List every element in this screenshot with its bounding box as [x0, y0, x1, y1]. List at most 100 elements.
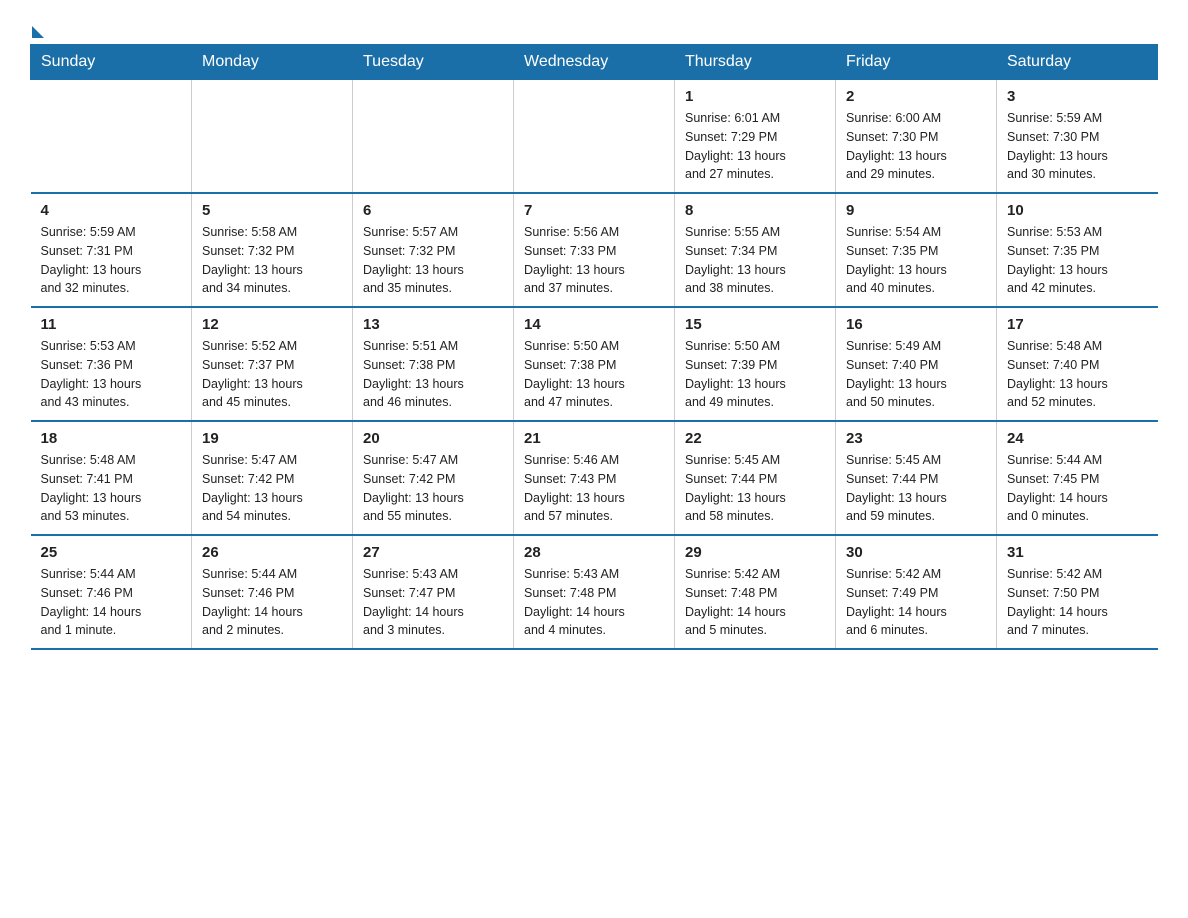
weekday-header-thursday: Thursday [675, 45, 836, 80]
calendar-cell: 31 Sunrise: 5:42 AM Sunset: 7:50 PM Dayli… [997, 535, 1158, 649]
calendar-cell: 13 Sunrise: 5:51 AM Sunset: 7:38 PM Dayli… [353, 307, 514, 421]
calendar-cell: 7 Sunrise: 5:56 AM Sunset: 7:33 PM Daylig… [514, 193, 675, 307]
day-number: 18 [41, 430, 182, 447]
weekday-header-tuesday: Tuesday [353, 45, 514, 80]
logo [30, 20, 46, 34]
day-info: Sunrise: 5:50 AM Sunset: 7:39 PM Dayligh… [685, 337, 825, 412]
day-number: 10 [1007, 202, 1148, 219]
calendar-cell: 24 Sunrise: 5:44 AM Sunset: 7:45 PM Dayli… [997, 421, 1158, 535]
day-info: Sunrise: 5:44 AM Sunset: 7:46 PM Dayligh… [202, 565, 342, 640]
day-info: Sunrise: 5:53 AM Sunset: 7:35 PM Dayligh… [1007, 223, 1148, 298]
weekday-header-monday: Monday [192, 45, 353, 80]
day-info: Sunrise: 5:59 AM Sunset: 7:30 PM Dayligh… [1007, 109, 1148, 184]
calendar-cell: 28 Sunrise: 5:43 AM Sunset: 7:48 PM Dayli… [514, 535, 675, 649]
day-info: Sunrise: 5:55 AM Sunset: 7:34 PM Dayligh… [685, 223, 825, 298]
day-number: 26 [202, 544, 342, 561]
calendar-cell: 1 Sunrise: 6:01 AM Sunset: 7:29 PM Daylig… [675, 80, 836, 194]
calendar-cell: 11 Sunrise: 5:53 AM Sunset: 7:36 PM Dayli… [31, 307, 192, 421]
calendar-cell: 22 Sunrise: 5:45 AM Sunset: 7:44 PM Dayli… [675, 421, 836, 535]
day-number: 21 [524, 430, 664, 447]
calendar-cell: 2 Sunrise: 6:00 AM Sunset: 7:30 PM Daylig… [836, 80, 997, 194]
day-number: 23 [846, 430, 986, 447]
day-number: 2 [846, 88, 986, 105]
day-info: Sunrise: 5:44 AM Sunset: 7:45 PM Dayligh… [1007, 451, 1148, 526]
day-number: 12 [202, 316, 342, 333]
day-info: Sunrise: 6:01 AM Sunset: 7:29 PM Dayligh… [685, 109, 825, 184]
day-info: Sunrise: 5:51 AM Sunset: 7:38 PM Dayligh… [363, 337, 503, 412]
day-number: 29 [685, 544, 825, 561]
day-number: 15 [685, 316, 825, 333]
day-number: 22 [685, 430, 825, 447]
calendar-cell: 25 Sunrise: 5:44 AM Sunset: 7:46 PM Dayli… [31, 535, 192, 649]
day-info: Sunrise: 5:47 AM Sunset: 7:42 PM Dayligh… [363, 451, 503, 526]
calendar-cell: 4Sunrise: 5:59 AM Sunset: 7:31 PM Daylig… [31, 193, 192, 307]
day-info: Sunrise: 6:00 AM Sunset: 7:30 PM Dayligh… [846, 109, 986, 184]
day-number: 1 [685, 88, 825, 105]
calendar-cell: 26 Sunrise: 5:44 AM Sunset: 7:46 PM Dayli… [192, 535, 353, 649]
calendar-cell [514, 80, 675, 194]
day-info: Sunrise: 5:56 AM Sunset: 7:33 PM Dayligh… [524, 223, 664, 298]
weekday-header-friday: Friday [836, 45, 997, 80]
calendar-cell: 30 Sunrise: 5:42 AM Sunset: 7:49 PM Dayli… [836, 535, 997, 649]
day-info: Sunrise: 5:44 AM Sunset: 7:46 PM Dayligh… [41, 565, 182, 640]
calendar-week-row: 18Sunrise: 5:48 AM Sunset: 7:41 PM Dayli… [31, 421, 1158, 535]
calendar-week-row: 1 Sunrise: 6:01 AM Sunset: 7:29 PM Daylig… [31, 80, 1158, 194]
day-info: Sunrise: 5:43 AM Sunset: 7:47 PM Dayligh… [363, 565, 503, 640]
day-info: Sunrise: 5:42 AM Sunset: 7:50 PM Dayligh… [1007, 565, 1148, 640]
day-info: Sunrise: 5:46 AM Sunset: 7:43 PM Dayligh… [524, 451, 664, 526]
day-number: 20 [363, 430, 503, 447]
calendar-cell: 29 Sunrise: 5:42 AM Sunset: 7:48 PM Dayli… [675, 535, 836, 649]
day-info: Sunrise: 5:57 AM Sunset: 7:32 PM Dayligh… [363, 223, 503, 298]
calendar-table: SundayMondayTuesdayWednesdayThursdayFrid… [30, 44, 1158, 650]
day-info: Sunrise: 5:42 AM Sunset: 7:49 PM Dayligh… [846, 565, 986, 640]
day-number: 28 [524, 544, 664, 561]
calendar-cell: 27Sunrise: 5:43 AM Sunset: 7:47 PM Dayli… [353, 535, 514, 649]
calendar-week-row: 11 Sunrise: 5:53 AM Sunset: 7:36 PM Dayli… [31, 307, 1158, 421]
day-info: Sunrise: 5:45 AM Sunset: 7:44 PM Dayligh… [685, 451, 825, 526]
calendar-header: SundayMondayTuesdayWednesdayThursdayFrid… [31, 45, 1158, 80]
day-number: 31 [1007, 544, 1148, 561]
day-number: 11 [41, 316, 182, 333]
day-info: Sunrise: 5:54 AM Sunset: 7:35 PM Dayligh… [846, 223, 986, 298]
day-info: Sunrise: 5:52 AM Sunset: 7:37 PM Dayligh… [202, 337, 342, 412]
day-number: 24 [1007, 430, 1148, 447]
day-info: Sunrise: 5:48 AM Sunset: 7:40 PM Dayligh… [1007, 337, 1148, 412]
calendar-cell: 21 Sunrise: 5:46 AM Sunset: 7:43 PM Dayli… [514, 421, 675, 535]
day-number: 9 [846, 202, 986, 219]
day-number: 5 [202, 202, 342, 219]
day-info: Sunrise: 5:45 AM Sunset: 7:44 PM Dayligh… [846, 451, 986, 526]
calendar-cell: 8 Sunrise: 5:55 AM Sunset: 7:34 PM Daylig… [675, 193, 836, 307]
day-number: 17 [1007, 316, 1148, 333]
weekday-header-wednesday: Wednesday [514, 45, 675, 80]
day-info: Sunrise: 5:43 AM Sunset: 7:48 PM Dayligh… [524, 565, 664, 640]
calendar-cell: 15 Sunrise: 5:50 AM Sunset: 7:39 PM Dayli… [675, 307, 836, 421]
day-number: 6 [363, 202, 503, 219]
day-info: Sunrise: 5:50 AM Sunset: 7:38 PM Dayligh… [524, 337, 664, 412]
calendar-cell: 9 Sunrise: 5:54 AM Sunset: 7:35 PM Daylig… [836, 193, 997, 307]
weekday-header-sunday: Sunday [31, 45, 192, 80]
calendar-cell: 18Sunrise: 5:48 AM Sunset: 7:41 PM Dayli… [31, 421, 192, 535]
day-info: Sunrise: 5:42 AM Sunset: 7:48 PM Dayligh… [685, 565, 825, 640]
day-number: 14 [524, 316, 664, 333]
day-number: 13 [363, 316, 503, 333]
calendar-cell: 19Sunrise: 5:47 AM Sunset: 7:42 PM Dayli… [192, 421, 353, 535]
day-info: Sunrise: 5:58 AM Sunset: 7:32 PM Dayligh… [202, 223, 342, 298]
calendar-cell: 23 Sunrise: 5:45 AM Sunset: 7:44 PM Dayli… [836, 421, 997, 535]
logo-triangle-icon [32, 26, 44, 38]
calendar-cell [31, 80, 192, 194]
calendar-cell [192, 80, 353, 194]
weekday-header-saturday: Saturday [997, 45, 1158, 80]
page-header [30, 20, 1158, 34]
day-number: 25 [41, 544, 182, 561]
day-number: 7 [524, 202, 664, 219]
day-number: 3 [1007, 88, 1148, 105]
day-number: 30 [846, 544, 986, 561]
calendar-cell: 5 Sunrise: 5:58 AM Sunset: 7:32 PM Daylig… [192, 193, 353, 307]
calendar-cell: 3 Sunrise: 5:59 AM Sunset: 7:30 PM Daylig… [997, 80, 1158, 194]
calendar-cell: 10 Sunrise: 5:53 AM Sunset: 7:35 PM Dayli… [997, 193, 1158, 307]
calendar-week-row: 4Sunrise: 5:59 AM Sunset: 7:31 PM Daylig… [31, 193, 1158, 307]
calendar-cell: 12 Sunrise: 5:52 AM Sunset: 7:37 PM Dayli… [192, 307, 353, 421]
day-info: Sunrise: 5:47 AM Sunset: 7:42 PM Dayligh… [202, 451, 342, 526]
day-number: 8 [685, 202, 825, 219]
day-info: Sunrise: 5:53 AM Sunset: 7:36 PM Dayligh… [41, 337, 182, 412]
